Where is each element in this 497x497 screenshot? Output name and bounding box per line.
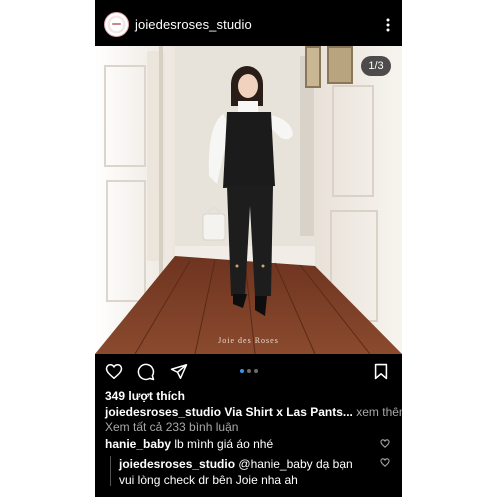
reply-thread-line — [110, 456, 111, 486]
comment-item: hanie_baby lb mình giá áo nhé — [105, 437, 273, 451]
send-icon[interactable] — [170, 363, 188, 380]
comment-icon[interactable] — [137, 363, 155, 381]
more-vertical-icon[interactable] — [386, 18, 390, 32]
post-username[interactable]: joiedesroses_studio — [135, 18, 252, 32]
avatar[interactable] — [104, 12, 129, 37]
photo-watermark: Joie des Roses — [218, 336, 279, 345]
carousel-counter: 1/3 — [361, 56, 391, 76]
comment-text: lb mình giá áo nhé — [174, 437, 274, 451]
carousel-dot — [247, 369, 251, 373]
post-header: joiedesroses_studio — [95, 0, 402, 46]
post-photo[interactable]: 1/3 Joie des Roses — [95, 46, 402, 354]
view-all-comments-link[interactable]: Xem tất cả 233 bình luận — [105, 420, 238, 434]
reply-username[interactable]: joiedesroses_studio — [119, 457, 235, 471]
caption-text: Via Shirt x Las Pants... — [224, 405, 353, 419]
caption-username[interactable]: joiedesroses_studio — [105, 405, 221, 419]
bookmark-icon[interactable] — [374, 363, 388, 380]
post-caption: joiedesroses_studio Via Shirt x Las Pant… — [105, 405, 402, 419]
likes-count[interactable]: 349 lượt thích — [105, 389, 185, 403]
carousel-dots — [240, 369, 258, 373]
see-more-link[interactable]: xem thêm — [356, 405, 402, 419]
comment-like-heart-icon[interactable] — [380, 439, 390, 448]
comment-username[interactable]: hanie_baby — [105, 437, 171, 451]
reply-item: joiedesroses_studio @hanie_baby dạ bạn v… — [119, 456, 369, 488]
instagram-post: joiedesroses_studio 1/3 Joie des Roses 3… — [95, 0, 402, 497]
reply-like-heart-icon[interactable] — [380, 458, 390, 467]
post-photo-illustration — [95, 46, 402, 354]
action-bar — [95, 354, 402, 388]
avatar-logo-mark — [112, 23, 121, 25]
carousel-dot-active — [240, 369, 244, 373]
carousel-dot — [254, 369, 258, 373]
heart-icon[interactable] — [105, 363, 123, 380]
